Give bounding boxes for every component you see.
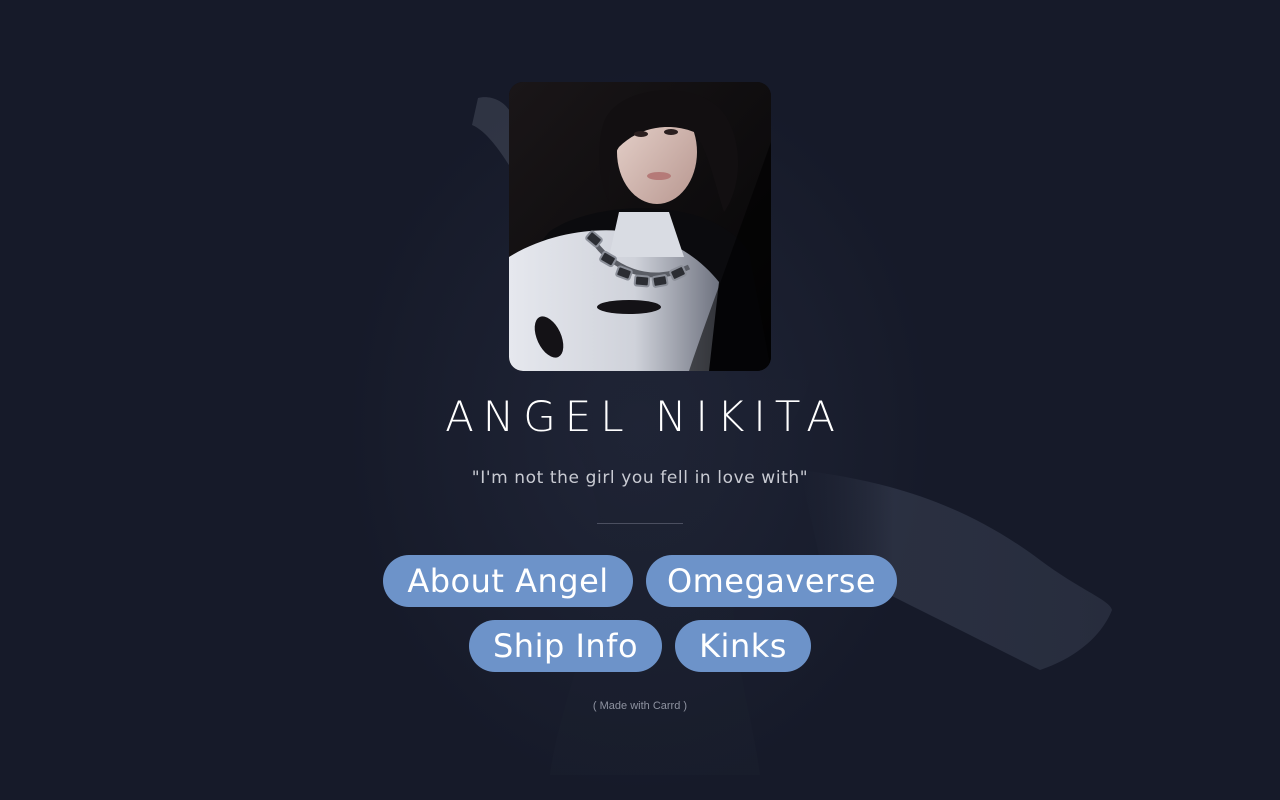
profile-section: ANGEL NIKITA "I'm not the girl you fell … [0,0,1280,800]
about-angel-button[interactable]: About Angel [383,555,633,607]
tagline-quote: "I'm not the girl you fell in love with" [471,468,809,488]
divider [597,523,683,524]
omegaverse-button[interactable]: Omegaverse [646,555,897,607]
page-title: ANGEL NIKITA [445,392,844,441]
portrait-image [509,82,771,371]
profile-photo [509,82,771,371]
made-with-carrd-link[interactable]: ( Made with Carrd ) [0,698,1280,714]
kinks-button[interactable]: Kinks [675,620,811,672]
ship-info-button[interactable]: Ship Info [469,620,662,672]
page: ANGEL NIKITA "I'm not the girl you fell … [0,0,1280,800]
